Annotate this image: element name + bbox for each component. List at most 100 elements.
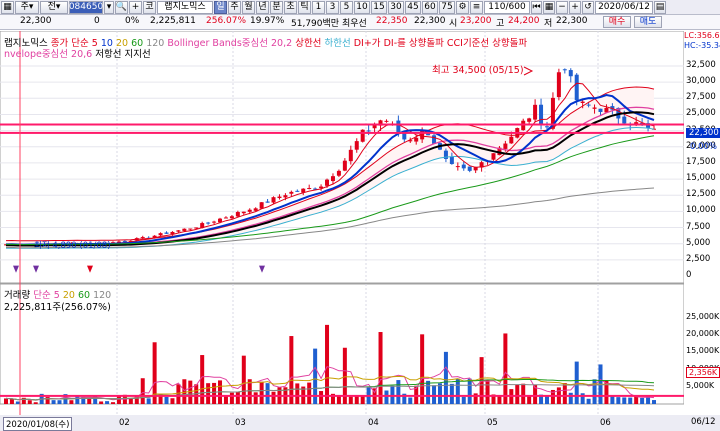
- candle-body: [259, 202, 264, 209]
- jeon-selector[interactable]: 전 ▾: [40, 0, 68, 14]
- volume-bar: [580, 393, 585, 404]
- date-input[interactable]: 2020/06/12: [595, 0, 653, 14]
- stock-code-input[interactable]: 084650: [69, 0, 103, 14]
- hc-label: HC:-35.34: [684, 41, 720, 50]
- candle-body: [295, 190, 300, 192]
- volume-bar: [640, 397, 645, 404]
- candle-body: [503, 143, 508, 149]
- legend-item: 하한선: [324, 38, 351, 49]
- tab-monthly[interactable]: 월: [242, 0, 255, 14]
- candle-body: [140, 237, 145, 239]
- minute-60-button[interactable]: 60: [422, 0, 438, 14]
- candle-body: [592, 107, 597, 109]
- month-tick-label: 04: [368, 418, 379, 428]
- candle-body: [556, 72, 561, 98]
- volume-bar: [116, 395, 121, 404]
- candle-body: [384, 120, 389, 122]
- sell-button[interactable]: 매도: [634, 16, 662, 28]
- support-line: [0, 131, 684, 134]
- price-tick-label: 15,000: [686, 173, 716, 184]
- scroll-first-icon[interactable]: ⏮: [531, 0, 542, 14]
- volume-bar: [378, 332, 383, 404]
- candle-body: [330, 176, 335, 182]
- zoom-out-icon[interactable]: −: [556, 0, 568, 14]
- minute-10-button[interactable]: 10: [354, 0, 370, 14]
- chart-type-icon[interactable]: ≡: [470, 0, 483, 14]
- reset-icon[interactable]: ↺: [582, 0, 594, 14]
- minute-45-button[interactable]: 45: [405, 0, 421, 14]
- volume-bar: [396, 380, 401, 404]
- volume-bar: [271, 391, 276, 404]
- chart-settings-icon[interactable]: ⚙: [456, 0, 469, 14]
- candle-body: [562, 69, 567, 71]
- volume-bar: [449, 383, 454, 404]
- resistance-line: [0, 123, 684, 126]
- change-percent: 0%: [125, 16, 140, 26]
- volume-bar: [212, 382, 217, 404]
- candle-body: [414, 137, 419, 142]
- tab-tick[interactable]: 틱: [298, 0, 311, 14]
- minute-30-button[interactable]: 30: [388, 0, 404, 14]
- minute-5-button[interactable]: 5: [340, 0, 353, 14]
- volume-bar: [652, 400, 656, 404]
- candle-body: [122, 240, 127, 242]
- chart-area[interactable]: 랩지노믹스 종가 단순 5 10 20 60 120 Bollinger Ban…: [0, 31, 720, 431]
- x-axis-end-label: 06/12: [691, 417, 716, 427]
- trade-amount: 51,790백만: [291, 19, 340, 29]
- price-volume-chart[interactable]: [0, 31, 720, 431]
- volume-bar: [57, 400, 62, 404]
- tab-second[interactable]: 초: [284, 0, 297, 14]
- volume-bar: [390, 385, 395, 404]
- calendar-icon[interactable]: ▤: [654, 0, 666, 14]
- dropdown-arrow-icon[interactable]: ▾: [104, 0, 114, 14]
- price-tick-label: 25,000: [686, 108, 716, 119]
- candle-body: [527, 118, 532, 122]
- candle-body: [360, 129, 365, 142]
- candle-body: [634, 122, 639, 124]
- zoom-in-icon[interactable]: +: [569, 0, 581, 14]
- volume-bar: [586, 398, 591, 404]
- minute-15-button[interactable]: 15: [371, 0, 387, 14]
- price-tick-label: 17,500: [686, 156, 716, 167]
- magnifier-icon[interactable]: 🔍: [115, 0, 128, 14]
- tab-daily[interactable]: 일: [214, 0, 227, 14]
- open-price: 23,200: [460, 16, 492, 26]
- price-tick-label: 27,500: [686, 92, 716, 103]
- tab-weekly[interactable]: 주: [228, 0, 241, 14]
- tab-minute[interactable]: 분: [270, 0, 283, 14]
- minute-3-button[interactable]: 3: [326, 0, 339, 14]
- volume-bar: [503, 333, 508, 404]
- add-stock-button[interactable]: +: [129, 0, 142, 14]
- candle-body: [568, 70, 573, 77]
- candle-body: [194, 227, 199, 229]
- volume-bar: [206, 383, 211, 404]
- jeon-label: 전: [47, 2, 56, 12]
- price-tick-label: 10,000: [686, 205, 716, 216]
- candle-body: [598, 108, 603, 112]
- minute-1-button[interactable]: 1: [312, 0, 325, 14]
- candle-body: [336, 170, 341, 176]
- candle-body: [449, 156, 454, 165]
- legend-item: CCI기준선 상향돌파: [446, 38, 528, 49]
- price-tick-label: 12,500: [686, 189, 716, 200]
- buy-button[interactable]: 매수: [603, 16, 631, 28]
- count-display[interactable]: 110/600: [484, 0, 530, 14]
- candle-body: [289, 191, 294, 194]
- grid-icon[interactable]: ▦: [543, 0, 555, 14]
- candle-body: [176, 230, 181, 232]
- tab-yearly[interactable]: 년: [256, 0, 269, 14]
- volume-bar: [562, 383, 567, 404]
- candle-body: [467, 166, 472, 171]
- volume-value: 2,225,811: [150, 16, 196, 26]
- market-type-button[interactable]: 코: [143, 0, 156, 14]
- stock-name-field[interactable]: 랩지노믹스: [157, 0, 213, 14]
- volume-bar: [105, 401, 110, 404]
- minute-75-button[interactable]: 75: [439, 0, 455, 14]
- volume-bar: [188, 380, 193, 404]
- ju-selector[interactable]: 주 ▾: [15, 0, 39, 14]
- candle-body: [164, 232, 169, 234]
- candle-body: [539, 104, 544, 126]
- volume-bar: [497, 396, 502, 404]
- layout-grid-icon[interactable]: ▦: [1, 0, 14, 14]
- volume-tick-label: 15,000K: [686, 346, 720, 356]
